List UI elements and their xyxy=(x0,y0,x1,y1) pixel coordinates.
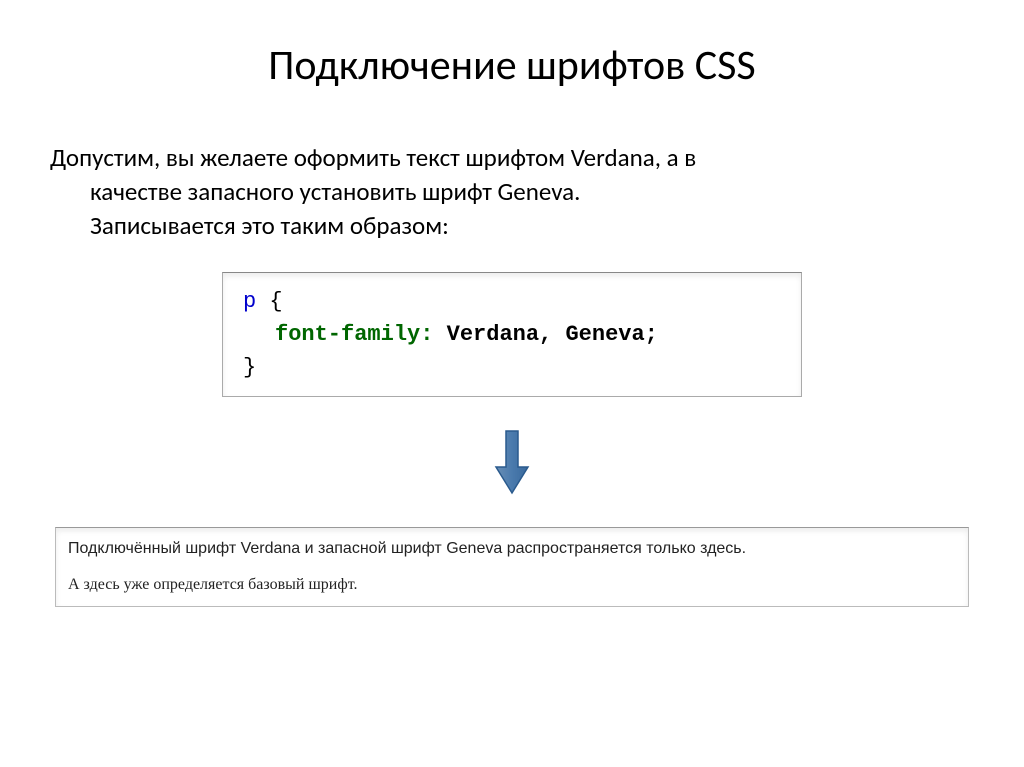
code-value: Verdana, Geneva; xyxy=(433,322,657,347)
result-base-text: А здесь уже определяется базовый шрифт. xyxy=(68,576,956,594)
code-brace-close: } xyxy=(243,355,256,380)
code-line-1: p { xyxy=(243,285,781,318)
body-paragraph: Допустим, вы желаете оформить текст шриф… xyxy=(50,141,974,242)
code-property: font-family: xyxy=(275,322,433,347)
result-preview-box: Подключённый шрифт Verdana и запасной шр… xyxy=(55,527,969,607)
slide-title: Подключение шрифтов CSS xyxy=(50,40,974,91)
code-line-2: font-family: Verdana, Geneva; xyxy=(243,318,781,351)
result-verdana-text: Подключённый шрифт Verdana и запасной шр… xyxy=(68,540,956,558)
body-line-1: Допустим, вы желаете оформить текст шриф… xyxy=(50,141,974,175)
code-selector: p xyxy=(243,289,256,314)
body-line-3: Записывается это таким образом: xyxy=(50,209,974,243)
code-example-box: p { font-family: Verdana, Geneva; } xyxy=(222,272,802,397)
arrow-container xyxy=(50,427,974,502)
code-line-3: } xyxy=(243,351,781,384)
body-line-2: качестве запасного установить шрифт Gene… xyxy=(50,175,974,209)
code-brace-open: { xyxy=(269,289,282,314)
down-arrow-icon xyxy=(492,427,532,497)
